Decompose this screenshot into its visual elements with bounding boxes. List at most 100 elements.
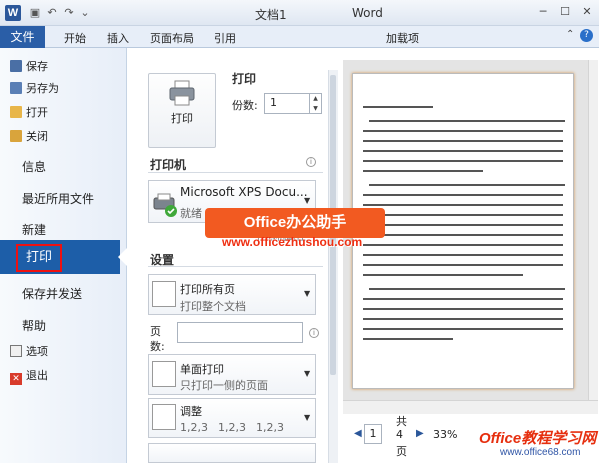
one-sided-icon (152, 361, 176, 387)
printer-status: 就绪 (180, 207, 202, 220)
nav-open[interactable]: 打开 (10, 104, 48, 122)
text-line (363, 214, 563, 216)
nav-selected-arrow (118, 247, 128, 267)
print-range-sub: 打印整个文档 (180, 300, 246, 313)
collate-icon (152, 404, 176, 430)
text-line (363, 254, 563, 256)
page-total-suffix: 页 (396, 445, 407, 458)
text-line (369, 184, 565, 186)
ribbon-tabs (0, 26, 599, 48)
chevron-down-icon: ▼ (304, 196, 311, 205)
copies-label: 份数: (232, 99, 258, 112)
tab-addins[interactable]: 加载项 (386, 30, 419, 46)
watermark-url-2: www.office68.com (500, 447, 581, 458)
save-icon[interactable]: ▣ (28, 5, 42, 21)
nav-print[interactable]: 打印 (16, 244, 62, 272)
pages-input[interactable] (177, 322, 303, 343)
ribbon-collapse-icon[interactable]: ⌃ (566, 29, 574, 40)
preview-page (352, 73, 574, 389)
print-range-main: 打印所有页 (180, 283, 235, 296)
text-line (369, 120, 565, 122)
watermark-logo: Office办公助手 (205, 208, 385, 238)
info-icon[interactable]: i (306, 157, 316, 167)
copies-spinner[interactable]: ▲ ▼ (310, 93, 322, 114)
save-icon (10, 60, 22, 72)
text-line (363, 150, 563, 152)
chevron-down-icon: ▼ (304, 369, 311, 378)
close-icon[interactable]: ✕ (578, 3, 596, 21)
minimize-icon[interactable]: ─ (534, 3, 552, 21)
app-title: Word (352, 6, 383, 20)
nav-new[interactable]: 新建 (22, 221, 46, 238)
nav-recent[interactable]: 最近所用文件 (22, 190, 94, 207)
word-app-icon[interactable]: W (5, 5, 21, 21)
watermark-url: www.officezhushou.com (222, 235, 363, 249)
text-line (363, 274, 523, 276)
chevron-down-icon: ▼ (304, 289, 311, 298)
redo-icon[interactable]: ↷ (62, 5, 76, 21)
divider (148, 266, 323, 267)
text-line (363, 308, 563, 310)
copies-input[interactable]: 1 (264, 93, 310, 114)
tab-file[interactable]: 文件 (0, 26, 45, 48)
next-page-icon[interactable]: ▶ (416, 428, 424, 439)
nav-save-send[interactable]: 保存并发送 (22, 285, 82, 302)
nav-info[interactable]: 信息 (22, 158, 46, 175)
maximize-icon[interactable]: ☐ (556, 3, 574, 21)
preview-horizontal-bar (343, 400, 598, 414)
printer-section-title: 打印机 (150, 158, 187, 172)
orientation-dropdown[interactable] (148, 443, 316, 463)
text-line (369, 288, 565, 290)
sides-main: 单面打印 (180, 363, 224, 376)
nav-save[interactable]: 保存 (10, 58, 48, 76)
watermark-logo-2: Office教程学习网 (479, 430, 597, 447)
nav-save-as[interactable]: 另存为 (10, 80, 59, 98)
collate-main: 调整 (180, 405, 202, 418)
tab-references[interactable]: 引用 (214, 30, 236, 46)
text-line (363, 130, 563, 132)
text-line (363, 204, 563, 206)
info-icon[interactable]: i (309, 328, 319, 338)
nav-options[interactable]: 选项 (10, 343, 48, 361)
collate-sub-3: 1,2,3 (256, 421, 284, 434)
options-icon (10, 345, 22, 357)
printer-name: Microsoft XPS Docu... (180, 185, 308, 199)
tab-insert[interactable]: 插入 (107, 30, 129, 46)
page-number-input[interactable]: 1 (364, 424, 382, 444)
text-line (363, 298, 563, 300)
text-line (363, 224, 563, 226)
text-line (363, 318, 563, 320)
print-button-label: 打印 (171, 112, 193, 125)
exit-icon: ✕ (10, 373, 22, 385)
print-heading: 打印 (232, 72, 257, 86)
page-total-count: 4 (396, 428, 403, 441)
nav-exit[interactable]: ✕ 退出 (10, 367, 48, 385)
tab-page-layout[interactable]: 页面布局 (150, 30, 194, 46)
collate-sub-2: 1,2,3 (218, 421, 246, 434)
tab-home[interactable]: 开始 (64, 30, 86, 46)
nav-close[interactable]: 关闭 (10, 128, 48, 146)
printer-ready-icon (153, 193, 177, 217)
chevron-down-icon: ▼ (304, 413, 311, 422)
sides-sub: 只打印一侧的页面 (180, 379, 268, 392)
save-as-icon (10, 82, 22, 94)
text-line (363, 170, 483, 172)
preview-scrollbar[interactable] (588, 60, 598, 400)
zoom-level[interactable]: 33% (433, 428, 457, 441)
text-line (363, 234, 563, 236)
folder-open-icon (10, 106, 22, 118)
divider (148, 172, 323, 173)
text-line (363, 264, 563, 266)
text-line (363, 194, 563, 196)
previous-page-icon[interactable]: ◀ (354, 428, 362, 439)
text-line (363, 106, 433, 108)
folder-close-icon (10, 130, 22, 142)
help-icon[interactable]: ? (580, 29, 593, 42)
pages-label: 页 (150, 325, 161, 338)
customize-toolbar-icon[interactable]: ⌄ (78, 5, 92, 21)
text-line (363, 140, 563, 142)
undo-icon[interactable]: ↶ (45, 5, 59, 21)
printer-icon (169, 80, 195, 106)
nav-help[interactable]: 帮助 (22, 317, 46, 334)
page-total-prefix: 共 (396, 415, 407, 428)
